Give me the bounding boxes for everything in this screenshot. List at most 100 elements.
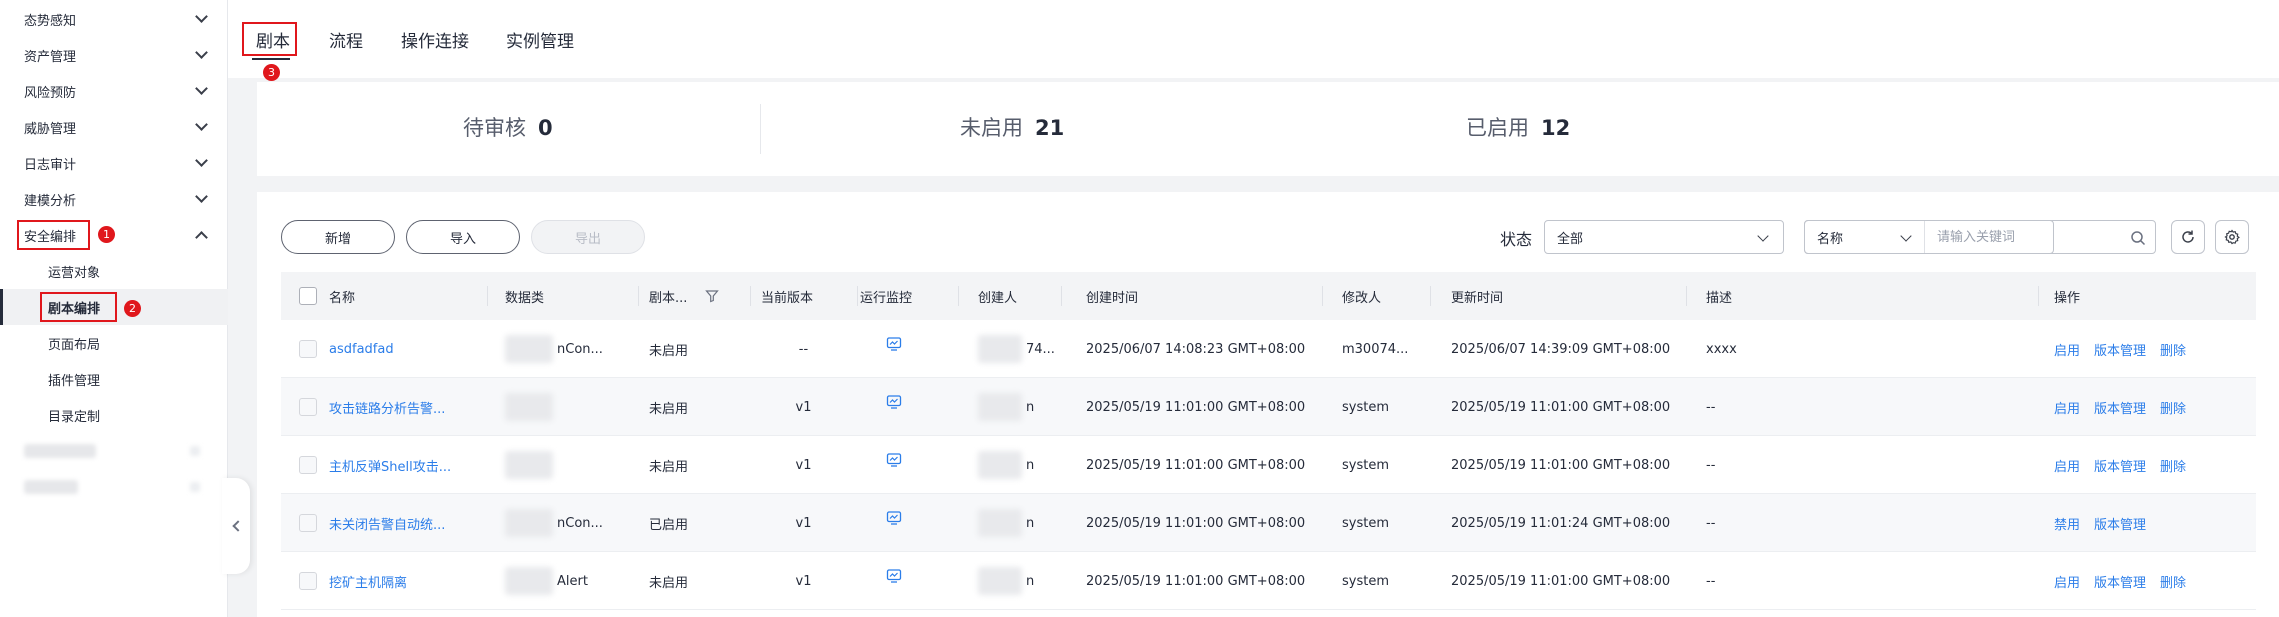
checkbox[interactable] — [299, 514, 317, 532]
search-input[interactable] — [1937, 220, 2117, 254]
sidebar-subitem-layout[interactable]: 页面布局 — [0, 325, 228, 361]
filter-icon[interactable] — [705, 289, 719, 303]
sidebar-item-label: 态势感知 — [24, 13, 77, 29]
tab-instances[interactable]: 实例管理 — [506, 27, 574, 52]
action-link[interactable]: 删除 — [2160, 340, 2186, 359]
updated-time-cell: 2025/05/19 11:01:00 GMT+08:00 — [1451, 457, 1671, 473]
checkbox[interactable] — [299, 340, 317, 358]
tab-playbook[interactable]: 剧本 — [256, 27, 290, 52]
status-cell: 已启用 — [649, 517, 689, 533]
chevron-down-icon — [195, 190, 208, 203]
blurred-chevron — [190, 446, 200, 456]
add-button[interactable]: 新增 — [281, 220, 395, 254]
table-row[interactable]: 主机反弹Shell攻击... 未启用 v1 n 2025/05/19 11:01:00 … — [281, 436, 2256, 494]
column-separator — [857, 286, 858, 306]
sidebar-subitem-catalog[interactable]: 目录定制 — [0, 397, 228, 433]
table-row[interactable]: 未关闭告警自动统... nCon... 已启用 v1 n 2025/05/19 11:01… — [281, 494, 2256, 552]
sidebar-collapse-handle[interactable] — [222, 478, 250, 574]
sidebar-item-label: 风险预防 — [24, 85, 77, 101]
sidebar-subitem-objects[interactable]: 运营对象 — [0, 253, 228, 289]
action-link[interactable]: 删除 — [2160, 398, 2186, 417]
status-select-value: 全部 — [1557, 231, 1584, 247]
action-link[interactable]: 启用 — [2054, 456, 2080, 475]
header-description: 描述 — [1706, 290, 1733, 306]
creator-cell: n — [1026, 515, 1035, 531]
row-checkbox[interactable] — [299, 494, 317, 552]
tab-connections[interactable]: 操作连接 — [401, 27, 469, 52]
column-separator — [1430, 286, 1431, 306]
row-checkbox[interactable] — [299, 436, 317, 494]
row-checkbox[interactable] — [299, 552, 317, 610]
row-actions: 启用 版本管理 删除 — [2054, 378, 2186, 436]
column-separator — [1061, 286, 1062, 306]
stat-pending: 待审核 0 — [463, 112, 553, 142]
playbook-name-link[interactable]: 挖矿主机隔离 — [329, 552, 477, 610]
sidebar-subitem-playbooks[interactable]: 剧本编排 — [0, 289, 228, 325]
playbook-name-link[interactable]: asdfadfad — [329, 320, 477, 378]
playbook-name-link[interactable]: 主机反弹Shell攻击... — [329, 436, 477, 494]
playbook-name-link[interactable]: 未关闭告警自动统... — [329, 494, 477, 552]
select-all-checkbox[interactable] — [299, 272, 317, 320]
action-link[interactable]: 版本管理 — [2094, 398, 2146, 417]
action-link[interactable]: 启用 — [2054, 340, 2080, 359]
blurred-menu-item — [24, 480, 78, 494]
search-field-select[interactable]: 名称 — [1805, 221, 1925, 253]
import-button[interactable]: 导入 — [406, 220, 520, 254]
redacted-cell — [505, 335, 553, 363]
chevron-down-icon — [1900, 230, 1912, 242]
datatype-cell: nCon... — [557, 515, 603, 531]
row-checkbox[interactable] — [299, 378, 317, 436]
search-icon[interactable] — [2130, 230, 2146, 246]
checkbox[interactable] — [299, 398, 317, 416]
export-button[interactable]: 导出 — [531, 220, 645, 254]
sidebar-item-modeling[interactable]: 建模分析 — [0, 181, 228, 217]
creator-cell: n — [1026, 457, 1035, 473]
action-link[interactable]: 删除 — [2160, 572, 2186, 591]
monitor-icon[interactable] — [886, 431, 902, 489]
action-link[interactable]: 启用 — [2054, 572, 2080, 591]
modifier-cell: system — [1342, 399, 1389, 415]
table-row[interactable]: 挖矿主机隔离 Alert 未启用 v1 n 2025/05/19 11:01:00 GMT… — [281, 552, 2256, 610]
settings-button[interactable] — [2215, 220, 2249, 254]
sidebar-item-situation[interactable]: 态势感知 — [0, 1, 228, 37]
description-cell: xxxx — [1706, 341, 1737, 357]
playbook-name-link[interactable]: 攻击链路分析告警... — [329, 378, 477, 436]
row-checkbox[interactable] — [299, 320, 317, 378]
action-link[interactable]: 版本管理 — [2094, 572, 2146, 591]
refresh-icon — [2182, 230, 2194, 243]
tab-flow[interactable]: 流程 — [329, 27, 363, 52]
action-link[interactable]: 版本管理 — [2094, 340, 2146, 359]
checkbox[interactable] — [299, 456, 317, 474]
created-time-cell: 2025/06/07 14:08:23 GMT+08:00 — [1086, 341, 1306, 357]
sidebar-item-threats[interactable]: 威胁管理 — [0, 109, 228, 145]
sidebar-item-logs[interactable]: 日志审计 — [0, 145, 228, 181]
table-header: 名称 数据类 剧本... 当前版本 运行监控 创建人 创建时间 修改人 更新时间… — [281, 272, 2256, 320]
updated-time-cell: 2025/05/19 11:01:00 GMT+08:00 — [1451, 573, 1671, 589]
sidebar-item-risk[interactable]: 风险预防 — [0, 73, 228, 109]
modifier-cell: m30074... — [1342, 341, 1409, 357]
status-filter-label: 状态 — [1500, 230, 1533, 249]
action-link[interactable]: 版本管理 — [2094, 456, 2146, 475]
monitor-icon[interactable] — [886, 489, 902, 547]
action-link[interactable]: 删除 — [2160, 456, 2186, 475]
monitor-icon[interactable] — [886, 373, 902, 431]
chevron-down-icon — [195, 82, 208, 95]
monitor-icon[interactable] — [886, 315, 902, 373]
stat-disabled: 未启用 21 — [960, 112, 1064, 142]
refresh-button[interactable] — [2171, 220, 2205, 254]
table-row[interactable]: 攻击链路分析告警... 未启用 v1 n 2025/05/19 11:01:00 GMT… — [281, 378, 2256, 436]
action-link[interactable]: 版本管理 — [2094, 514, 2146, 533]
status-select[interactable]: 全部 — [1544, 220, 1784, 254]
column-separator — [638, 286, 639, 306]
checkbox[interactable] — [299, 287, 317, 305]
checkbox[interactable] — [299, 572, 317, 590]
sidebar-subitem-plugins[interactable]: 插件管理 — [0, 361, 228, 397]
stat-enabled: 已启用 12 — [1466, 112, 1570, 142]
action-link[interactable]: 启用 — [2054, 398, 2080, 417]
created-time-cell: 2025/05/19 11:01:00 GMT+08:00 — [1086, 515, 1306, 531]
action-link[interactable]: 禁用 — [2054, 514, 2080, 533]
datatype-cell: Alert — [557, 573, 588, 589]
sidebar-item-assets[interactable]: 资产管理 — [0, 37, 228, 73]
table-row[interactable]: asdfadfad nCon... 未启用 -- 74... 2025/06/07 14:… — [281, 320, 2256, 378]
monitor-icon[interactable] — [886, 547, 902, 605]
